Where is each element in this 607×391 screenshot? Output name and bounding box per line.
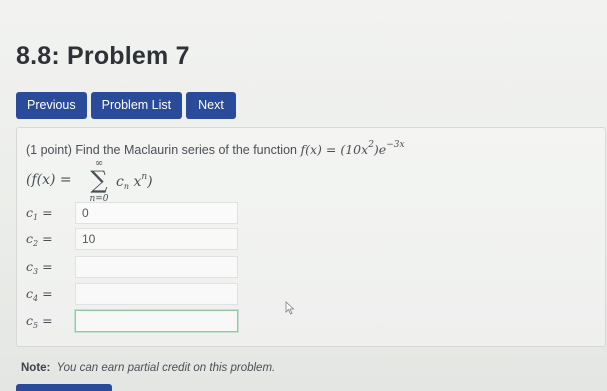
equals-sign: = [38, 205, 53, 220]
page-title: 8.8: Problem 7 [16, 42, 190, 70]
coefficient-symbol: c [26, 231, 34, 246]
coefficient-symbol: c [26, 286, 34, 301]
sigma-icon: ∑ [90, 166, 108, 194]
statement-text: (1 point) Find the Maclaurin series of t… [26, 143, 297, 157]
function-expression: f(x) = (10x2)e−3x [300, 140, 405, 157]
coefficient-label: c3 = [26, 259, 71, 276]
coefficient-input-c4[interactable] [75, 283, 238, 305]
series-term-c: c [116, 174, 124, 190]
partial-credit-note: Note: You can earn partial credit on thi… [21, 362, 275, 374]
coefficient-symbol: c [26, 313, 34, 328]
series-term-sub: n [123, 182, 129, 191]
problem-nav: Previous Problem List Next [16, 92, 236, 119]
equals-sign: = [38, 286, 53, 301]
coefficient-label: c2 = [26, 231, 71, 248]
equals-sign: = [38, 259, 53, 274]
coefficient-input-c5[interactable] [75, 310, 238, 332]
series-close: ) [147, 174, 153, 190]
function-exponent: −3x [386, 140, 405, 150]
coefficient-symbol: c [26, 205, 34, 220]
note-label: Note: [21, 362, 51, 374]
note-text: You can earn partial credit on this prob… [56, 362, 276, 374]
coefficient-row-2: c2 = [26, 228, 256, 252]
next-button[interactable]: Next [186, 92, 236, 119]
problem-statement: (1 point) Find the Maclaurin series of t… [26, 140, 405, 157]
coefficient-row-5: c5 = [26, 310, 256, 334]
series-term: cn xn) [116, 172, 153, 191]
page: 8.8: Problem 7 Previous Problem List Nex… [0, 0, 607, 391]
mouse-cursor-icon [285, 301, 295, 315]
function-rhs-tail: )e [373, 142, 387, 157]
coefficient-row-4: c4 = [26, 283, 256, 307]
submit-button-edge[interactable] [16, 384, 112, 391]
coefficient-label: c4 = [26, 286, 71, 303]
previous-button[interactable]: Previous [16, 92, 87, 119]
coefficient-symbol: c [26, 259, 34, 274]
function-rhs: (10x [340, 142, 369, 157]
function-lhs: f(x) = [300, 142, 337, 157]
coefficient-input-c3[interactable] [75, 256, 238, 278]
coefficient-label: c1 = [26, 205, 71, 222]
coefficient-row-1: c1 = [26, 202, 256, 226]
equals-sign: = [38, 313, 53, 328]
problem-list-button[interactable]: Problem List [90, 92, 183, 119]
equals-sign: = [38, 231, 53, 246]
series-lhs: (f(x) = [26, 172, 72, 188]
problem-body: (1 point) Find the Maclaurin series of t… [16, 127, 606, 347]
coefficient-input-c1[interactable] [75, 202, 238, 224]
coefficient-row-3: c3 = [26, 256, 256, 280]
coefficient-input-c2[interactable] [75, 228, 238, 250]
coefficient-label: c5 = [26, 313, 71, 330]
